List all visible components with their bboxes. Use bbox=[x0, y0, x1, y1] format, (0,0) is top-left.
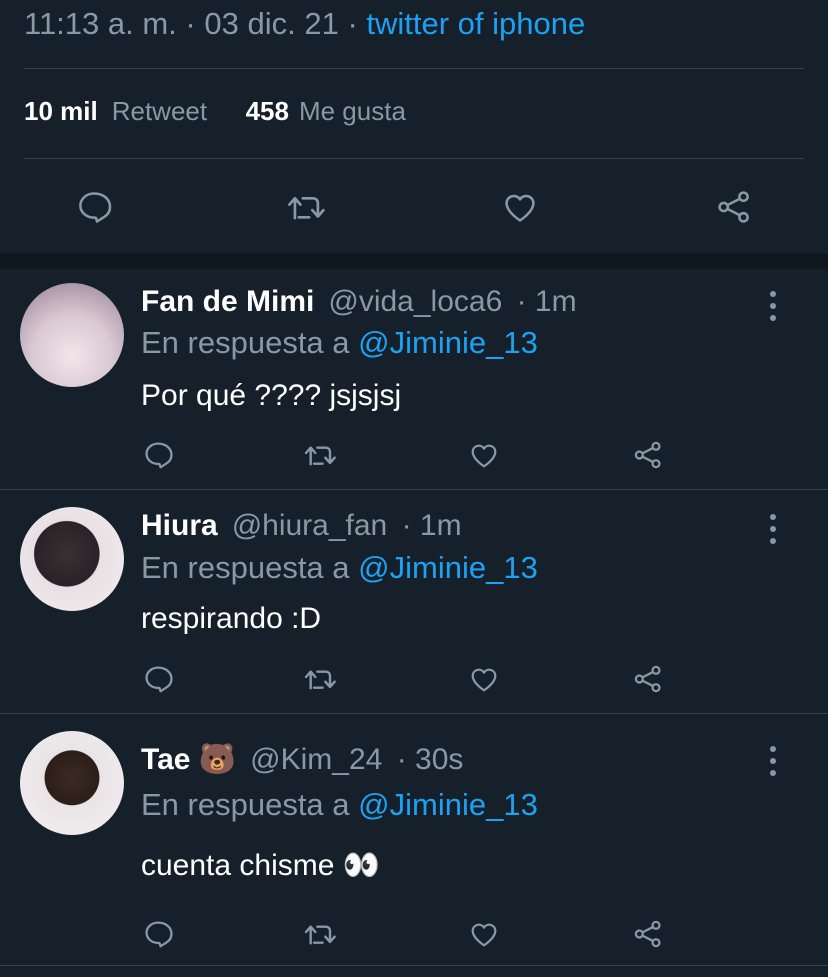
like-icon[interactable] bbox=[467, 918, 501, 950]
retweet-icon[interactable] bbox=[302, 439, 338, 471]
tweet-stats: 10 mil Retweet 458 Me gusta bbox=[24, 96, 406, 127]
reply-text: Por qué ???? jsjsjsj bbox=[141, 379, 402, 412]
reply-action-bar bbox=[0, 916, 828, 956]
share-icon[interactable] bbox=[631, 918, 665, 950]
avatar[interactable] bbox=[20, 507, 124, 611]
divider bbox=[24, 68, 804, 69]
mention-link[interactable]: @Jiminie_13 bbox=[358, 325, 538, 360]
more-options-icon[interactable] bbox=[762, 291, 784, 321]
share-icon[interactable] bbox=[631, 439, 665, 471]
tweet-date: 03 dic. 21 bbox=[204, 6, 339, 41]
mention-link[interactable]: @Jiminie_13 bbox=[358, 550, 538, 585]
divider bbox=[0, 965, 828, 966]
like-icon[interactable] bbox=[467, 663, 501, 695]
reply-action-bar bbox=[0, 661, 828, 701]
share-icon[interactable] bbox=[714, 188, 754, 226]
display-name[interactable]: Tae 🐻 bbox=[141, 743, 236, 776]
retweet-icon[interactable] bbox=[285, 188, 327, 226]
replying-to-line: En respuesta a @Jiminie_13 bbox=[141, 325, 538, 361]
display-name[interactable]: Fan de Mimi bbox=[141, 285, 314, 318]
retweets-label: Retweet bbox=[111, 96, 208, 126]
reply-action-bar bbox=[0, 437, 828, 477]
share-icon[interactable] bbox=[631, 663, 665, 695]
retweet-icon[interactable] bbox=[302, 918, 338, 950]
avatar[interactable] bbox=[20, 731, 124, 835]
retweets-count: 10 mil bbox=[24, 96, 98, 126]
like-icon[interactable] bbox=[500, 188, 540, 226]
meta-separator: · bbox=[347, 6, 358, 41]
reply-header: Tae 🐻 @Kim_24 · 30s bbox=[141, 742, 463, 777]
more-options-icon[interactable] bbox=[762, 746, 784, 776]
reply-icon[interactable] bbox=[142, 439, 174, 471]
reply-icon[interactable] bbox=[142, 663, 174, 695]
reply-icon[interactable] bbox=[75, 188, 113, 226]
reply-tweet[interactable]: Fan de Mimi @vida_loca6 · 1m En respuesta… bbox=[0, 269, 828, 489]
reply-tweet[interactable]: Tae 🐻 @Kim_24 · 30s En respuesta a @Jimin… bbox=[0, 714, 828, 964]
tweet-timestamp-line: 11:13 a. m. · 03 dic. 21 · twitter of ip… bbox=[24, 6, 585, 42]
user-handle[interactable]: @vida_loca6 bbox=[328, 285, 502, 318]
likes-count: 458 bbox=[245, 96, 289, 126]
replying-to-prefix: En respuesta a bbox=[141, 787, 350, 822]
section-separator bbox=[0, 253, 828, 269]
mention-link[interactable]: @Jiminie_13 bbox=[358, 787, 538, 822]
replying-to-prefix: En respuesta a bbox=[141, 550, 350, 585]
replying-to-line: En respuesta a @Jiminie_13 bbox=[141, 550, 538, 586]
replying-to-line: En respuesta a @Jiminie_13 bbox=[141, 787, 538, 823]
more-options-icon[interactable] bbox=[762, 514, 784, 544]
divider bbox=[24, 158, 804, 159]
retweets-stat[interactable]: 10 mil Retweet bbox=[24, 96, 214, 126]
user-handle[interactable]: @hiura_fan bbox=[232, 509, 388, 542]
replying-to-prefix: En respuesta a bbox=[141, 325, 350, 360]
avatar[interactable] bbox=[20, 283, 124, 387]
tweet-source-link[interactable]: twitter of iphone bbox=[366, 6, 585, 41]
tweet-action-bar bbox=[0, 180, 828, 236]
reply-tweet[interactable]: Hiura @hiura_fan · 1m En respuesta a @Jim… bbox=[0, 490, 828, 712]
tweet-time: 11:13 a. m. bbox=[24, 6, 177, 41]
reply-header: Fan de Mimi @vida_loca6 · 1m bbox=[141, 285, 577, 319]
reply-time: · 1m bbox=[516, 285, 577, 318]
user-handle[interactable]: @Kim_24 bbox=[250, 743, 382, 776]
reply-header: Hiura @hiura_fan · 1m bbox=[141, 509, 462, 543]
display-name[interactable]: Hiura bbox=[141, 509, 218, 542]
reply-time: · 1m bbox=[401, 509, 462, 542]
likes-label: Me gusta bbox=[298, 96, 406, 126]
meta-separator: · bbox=[185, 6, 196, 41]
retweet-icon[interactable] bbox=[302, 663, 338, 695]
reply-text: cuenta chisme 👀 bbox=[141, 849, 381, 882]
reply-icon[interactable] bbox=[142, 918, 174, 950]
like-icon[interactable] bbox=[467, 439, 501, 471]
reply-text: respirando :D bbox=[141, 602, 322, 635]
likes-stat[interactable]: 458 Me gusta bbox=[246, 96, 406, 126]
reply-time: · 30s bbox=[396, 743, 464, 776]
